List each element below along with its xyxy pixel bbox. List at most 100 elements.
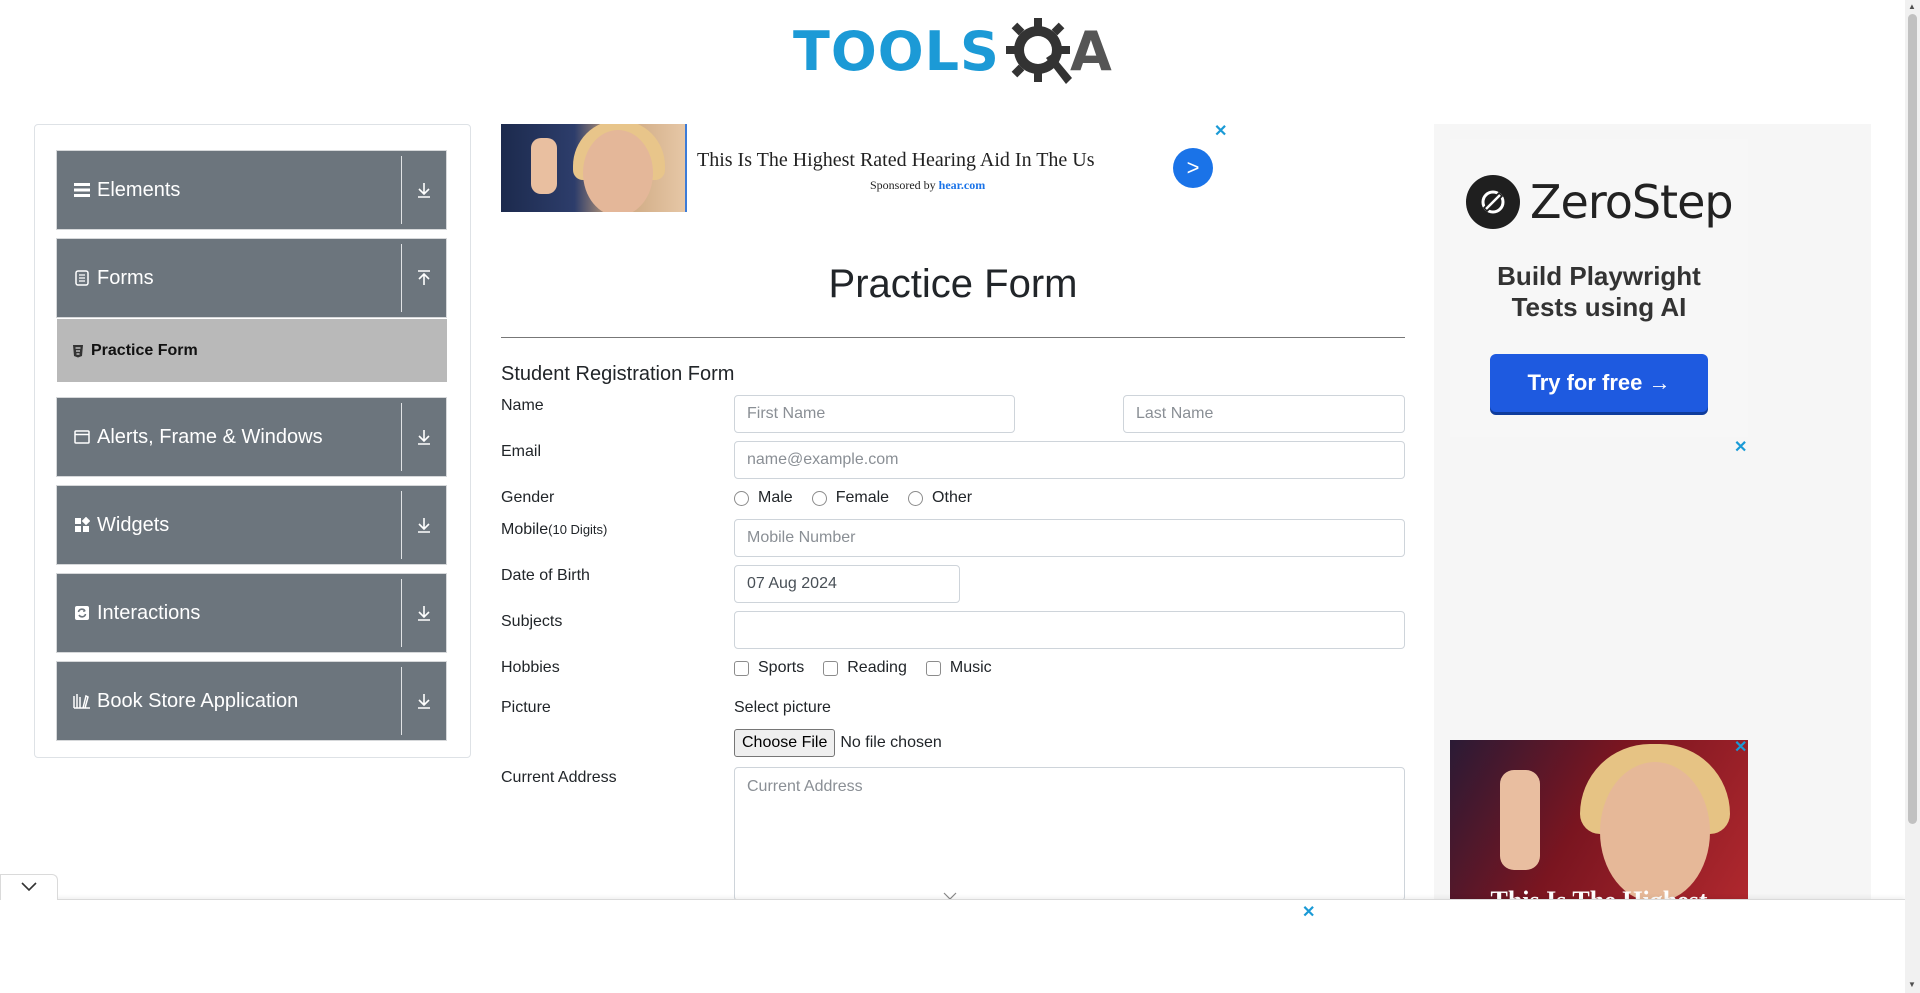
- radio-label: Other: [932, 489, 973, 506]
- download-arrow-icon[interactable]: [402, 693, 446, 709]
- gender-option-male[interactable]: Male: [734, 489, 793, 507]
- gender-option-other[interactable]: Other: [908, 489, 972, 507]
- gender-option-female[interactable]: Female: [811, 489, 890, 507]
- checkbox[interactable]: [734, 660, 749, 676]
- refresh-icon: [73, 604, 91, 622]
- download-arrow-icon[interactable]: [402, 182, 446, 198]
- last-name-placeholder: Last Name: [1136, 405, 1214, 422]
- sidebar: Elements Forms Practice Form Alerts, Fra…: [34, 124, 471, 758]
- ad-sponsor: Sponsored by hear.com: [870, 178, 985, 193]
- email-input[interactable]: name@example.com: [734, 441, 1405, 479]
- current-address-placeholder: Current Address: [747, 778, 863, 795]
- hobbies-checkbox-group: Sports Reading Music: [734, 659, 1011, 677]
- mobile-label: Mobile(10 Digits): [501, 521, 607, 539]
- ad-go-button[interactable]: >: [1173, 148, 1213, 188]
- close-icon[interactable]: ✕: [1214, 124, 1227, 140]
- select-picture-label: Select picture: [734, 699, 831, 716]
- radio-label: Female: [835, 489, 890, 506]
- sidebar-item-label: Practice Form: [91, 341, 198, 359]
- books-icon: [73, 692, 91, 710]
- date-of-birth-input[interactable]: 07 Aug 2024: [734, 565, 960, 603]
- sidebar-group-forms[interactable]: Forms: [56, 238, 447, 318]
- grid-icon: [73, 516, 91, 534]
- first-name-input[interactable]: First Name: [734, 395, 1015, 433]
- collapse-ad-toggle[interactable]: [0, 874, 58, 900]
- current-address-textarea[interactable]: Current Address: [734, 767, 1405, 901]
- radio-label: Male: [758, 489, 793, 506]
- mobile-hint: (10 Digits): [548, 522, 608, 537]
- file-upload: Choose File No file chosen: [734, 729, 942, 757]
- zerostep-tagline-line2: Tests using AI: [1511, 292, 1687, 322]
- sidebar-group-label: Interactions: [97, 601, 201, 624]
- scrollbar-thumb[interactable]: [1908, 14, 1917, 824]
- zerostep-tagline: Build Playwright Tests using AI: [1450, 261, 1748, 323]
- sidebar-group-label: Elements: [97, 178, 181, 201]
- sidebar-group-elements[interactable]: Elements: [56, 150, 447, 230]
- download-arrow-icon[interactable]: [402, 517, 446, 533]
- sidebar-item-practice-form[interactable]: Practice Form: [57, 319, 447, 382]
- choose-file-button[interactable]: Choose File: [734, 729, 836, 757]
- ad-sponsor-link[interactable]: hear.com: [939, 178, 986, 192]
- sidebar-group-widgets[interactable]: Widgets: [56, 485, 447, 565]
- sidebar-group-book-store[interactable]: Book Store Application: [56, 661, 447, 741]
- mobile-input[interactable]: Mobile Number: [734, 519, 1405, 557]
- scroll-down-icon[interactable]: ▼: [1908, 980, 1916, 989]
- document-icon: [73, 269, 91, 287]
- subjects-input[interactable]: [734, 611, 1405, 649]
- toolsqa-logo[interactable]: TOOLS A: [793, 14, 1112, 90]
- menu-icon: [73, 181, 91, 199]
- divider: [401, 156, 402, 224]
- sidebar-group-interactions[interactable]: Interactions: [56, 573, 447, 653]
- scroll-up-icon[interactable]: ▲: [1908, 2, 1916, 11]
- bottom-ad-bar: [0, 899, 1905, 993]
- right-bottom-ad[interactable]: This Is The Highest: [1450, 740, 1748, 900]
- email-label: Email: [501, 443, 542, 460]
- hobby-option-music[interactable]: Music: [925, 659, 992, 677]
- html-icon: [71, 344, 85, 358]
- ad-headline[interactable]: This Is The Highest Rated Hearing Aid In…: [697, 149, 1095, 172]
- sidebar-group-label: Widgets: [97, 513, 170, 536]
- sidebar-group-label: Forms: [97, 266, 154, 289]
- mobile-label-text: Mobile: [501, 521, 549, 538]
- radio-button[interactable]: [908, 490, 924, 506]
- divider: [401, 579, 402, 647]
- divider: [401, 491, 402, 559]
- first-name-placeholder: First Name: [747, 405, 826, 422]
- try-for-free-button[interactable]: Try for free →: [1490, 354, 1708, 412]
- gender-label: Gender: [501, 489, 555, 506]
- hobbies-label: Hobbies: [501, 659, 560, 676]
- zerostep-logo: ZeroStep: [1466, 175, 1734, 229]
- zerostep-logo-icon: [1466, 175, 1520, 229]
- radio-button[interactable]: [734, 490, 749, 506]
- top-ad-banner[interactable]: This Is The Highest Rated Hearing Aid In…: [501, 124, 1229, 212]
- hobby-option-sports[interactable]: Sports: [734, 659, 804, 677]
- sidebar-group-label: Alerts, Frame & Windows: [97, 425, 323, 448]
- close-icon[interactable]: ✕: [1302, 905, 1315, 921]
- sidebar-group-alerts[interactable]: Alerts, Frame & Windows: [56, 397, 447, 477]
- divider: [401, 403, 402, 471]
- download-arrow-icon[interactable]: [402, 605, 446, 621]
- zerostep-tagline-line1: Build Playwright: [1497, 261, 1701, 291]
- zerostep-ad[interactable]: ZeroStep Build Playwright Tests using AI…: [1450, 139, 1748, 437]
- current-address-label: Current Address: [501, 769, 617, 786]
- checkbox[interactable]: [925, 660, 941, 676]
- ad-sponsor-prefix: Sponsored by: [870, 178, 936, 192]
- subjects-label: Subjects: [501, 613, 563, 630]
- close-icon[interactable]: ✕: [1734, 740, 1747, 756]
- dob-value: 07 Aug 2024: [747, 575, 837, 592]
- dob-label: Date of Birth: [501, 567, 590, 584]
- gear-icon: A: [1004, 14, 1112, 90]
- radio-button[interactable]: [811, 490, 827, 506]
- ad-photo: [501, 124, 687, 212]
- last-name-input[interactable]: Last Name: [1123, 395, 1405, 433]
- close-icon[interactable]: ✕: [1734, 440, 1747, 456]
- checkbox[interactable]: [823, 660, 839, 676]
- checkbox-label: Music: [949, 659, 992, 676]
- upload-arrow-icon[interactable]: [402, 270, 446, 286]
- right-bottom-ad-text: This Is The Highest: [1450, 886, 1748, 900]
- checkbox-label: Sports: [758, 659, 805, 676]
- hobby-option-reading[interactable]: Reading: [823, 659, 907, 677]
- mobile-placeholder: Mobile Number: [747, 529, 856, 546]
- download-arrow-icon[interactable]: [402, 429, 446, 445]
- file-status: No file chosen: [840, 734, 942, 751]
